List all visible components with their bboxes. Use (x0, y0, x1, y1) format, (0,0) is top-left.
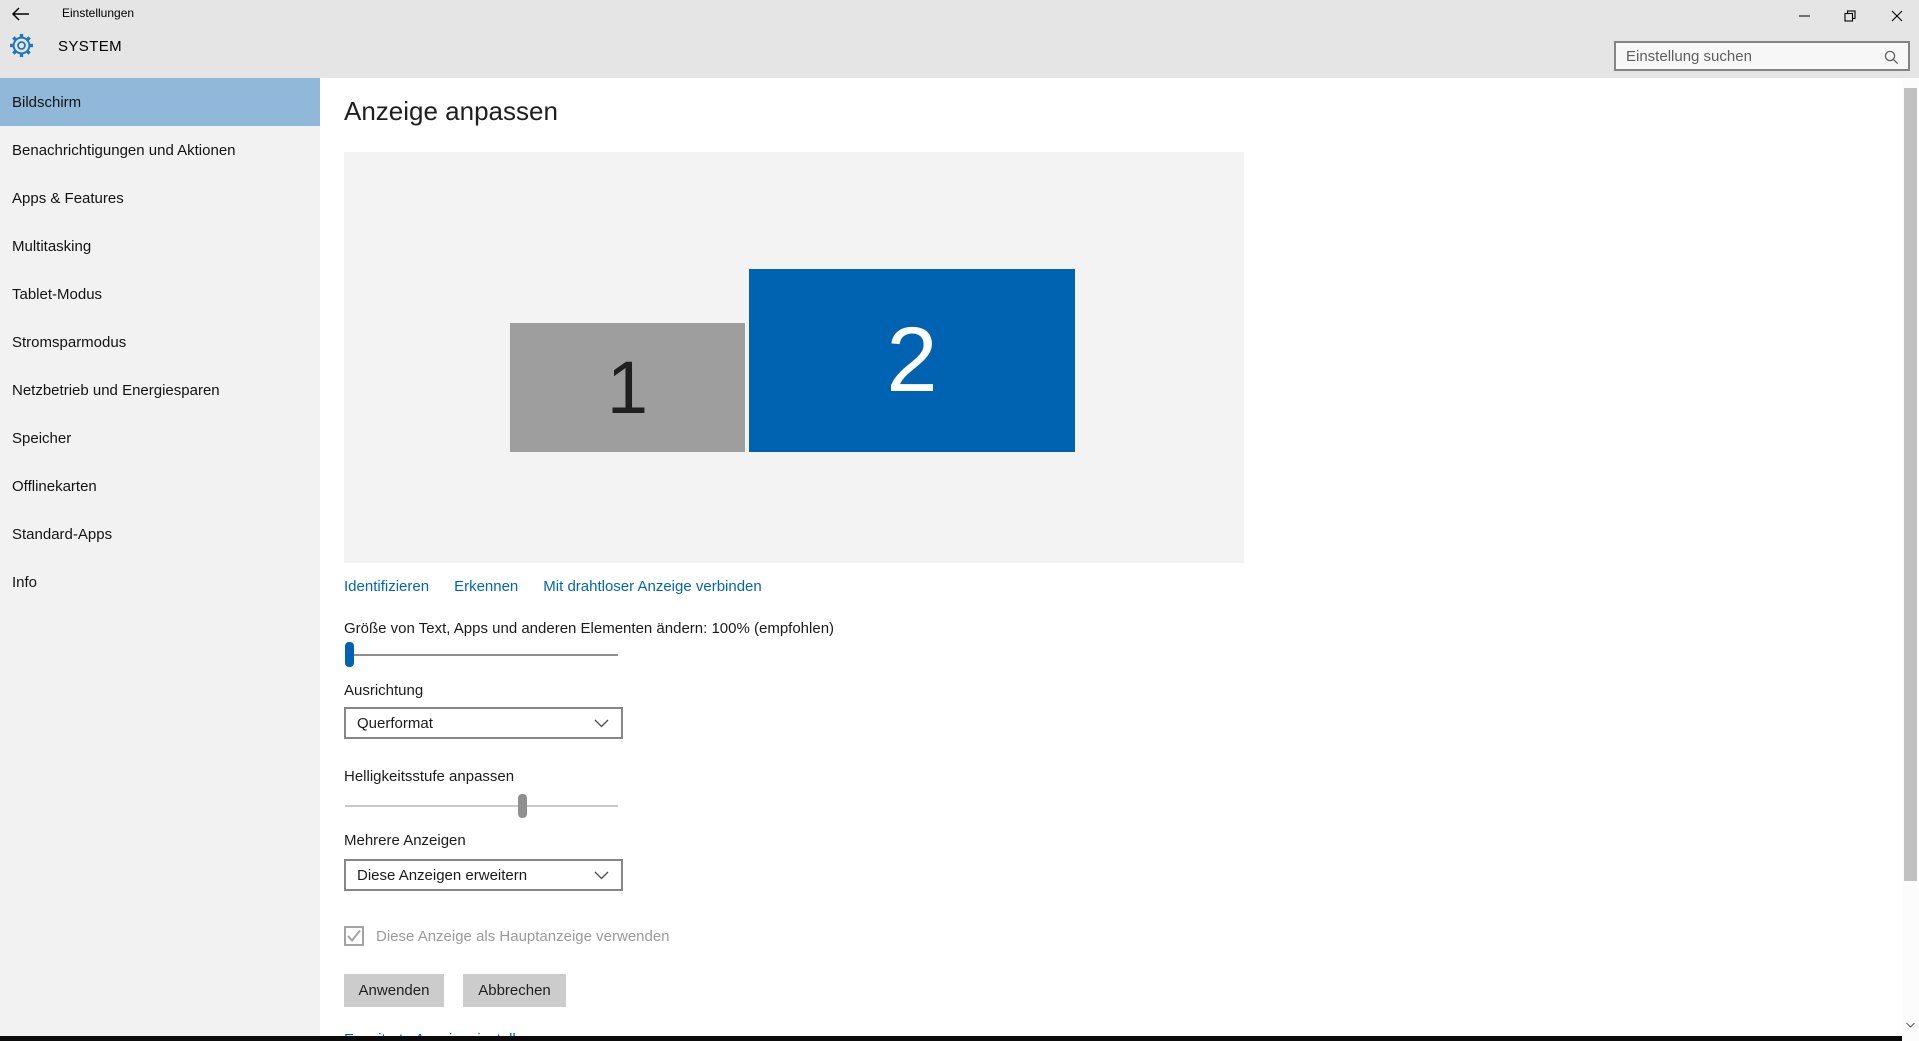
scale-slider (345, 642, 618, 668)
monitor-2-number: 2 (886, 309, 938, 411)
orientation-value: Querformat (357, 714, 433, 732)
minimize-icon (1799, 15, 1810, 17)
back-button[interactable] (10, 5, 36, 27)
sidebar-item-label: Multitasking (12, 237, 92, 255)
scale-slider-thumb[interactable] (345, 642, 354, 667)
sidebar: Bildschirm Benachrichtigungen und Aktion… (0, 78, 320, 1041)
sidebar-item-speicher[interactable]: Speicher (0, 414, 320, 462)
minimize-button[interactable] (1790, 6, 1820, 26)
display-action-links: Identifizieren Erkennen Mit drahtloser A… (344, 578, 762, 595)
multiple-displays-value: Diese Anzeigen erweitern (357, 866, 528, 884)
sidebar-item-label: Offlinekarten (12, 477, 97, 495)
restore-button[interactable] (1835, 6, 1865, 26)
restore-icon (1843, 9, 1856, 22)
multiple-displays-label: Mehrere Anzeigen (344, 832, 466, 849)
sidebar-item-netzbetrieb[interactable]: Netzbetrieb und Energiesparen (0, 366, 320, 414)
sidebar-item-label: Bildschirm (12, 93, 82, 111)
sidebar-item-label: Apps & Features (12, 189, 124, 207)
brightness-label: Helligkeitsstufe anpassen (344, 768, 515, 785)
close-button[interactable] (1882, 6, 1912, 26)
window-bottom-edge (0, 1036, 1902, 1041)
scrollbar-down-button[interactable] (1906, 1015, 1915, 1033)
chevron-down-icon (594, 871, 609, 879)
sidebar-item-label: Standard-Apps (12, 525, 113, 543)
vertical-scrollbar (1902, 78, 1919, 1041)
settings-window: Einstellungen SYSTEM Einstellung suchen … (0, 0, 1919, 1041)
sidebar-item-label: Info (12, 573, 38, 591)
main-display-checkbox[interactable] (344, 926, 364, 946)
sidebar-item-multitasking[interactable]: Multitasking (0, 222, 320, 270)
main-display-checkbox-row: Diese Anzeige als Hauptanzeige verwenden (344, 926, 670, 946)
settings-search (1614, 41, 1910, 71)
apply-button[interactable]: Anwenden (344, 974, 444, 1007)
chevron-down-icon (594, 719, 609, 727)
sidebar-item-offlinekarten[interactable]: Offlinekarten (0, 462, 320, 510)
search-icon (1883, 49, 1900, 71)
monitor-1[interactable]: 1 (510, 323, 745, 452)
brightness-slider-thumb[interactable] (517, 794, 527, 818)
sidebar-item-label: Netzbetrieb und Energiesparen (12, 381, 220, 399)
scale-slider-track[interactable] (345, 654, 618, 656)
wireless-display-link[interactable]: Mit drahtloser Anzeige verbinden (543, 578, 761, 595)
arrow-left-icon (11, 7, 29, 21)
checkmark-icon (347, 929, 361, 943)
search-input[interactable] (1616, 43, 1908, 69)
monitor-1-number: 1 (606, 346, 649, 429)
sidebar-item-stromsparmodus[interactable]: Stromsparmodus (0, 318, 320, 366)
identify-link[interactable]: Identifizieren (344, 578, 429, 595)
window-header: Einstellungen SYSTEM Einstellung suchen (0, 0, 1919, 78)
chevron-down-icon (1906, 1022, 1915, 1028)
cancel-button[interactable]: Abbrechen (463, 974, 566, 1007)
display-arrangement-panel: 1 2 (344, 152, 1244, 563)
scrollbar-thumb[interactable] (1904, 88, 1917, 881)
sidebar-item-info[interactable]: Info (0, 558, 320, 606)
sidebar-item-label: Speicher (12, 429, 72, 447)
sidebar-item-benachrichtigungen[interactable]: Benachrichtigungen und Aktionen (0, 126, 320, 174)
main-display-checkbox-label: Diese Anzeige als Hauptanzeige verwenden (376, 928, 670, 945)
monitor-2[interactable]: 2 (749, 269, 1075, 452)
window-title: Einstellungen (62, 6, 135, 20)
gear-icon (8, 32, 35, 59)
brightness-slider-track[interactable] (345, 805, 618, 807)
sidebar-item-apps-features[interactable]: Apps & Features (0, 174, 320, 222)
orientation-label: Ausrichtung (344, 682, 424, 699)
sidebar-item-tablet-modus[interactable]: Tablet-Modus (0, 270, 320, 318)
sidebar-item-bildschirm[interactable]: Bildschirm (0, 78, 320, 126)
sidebar-item-label: Stromsparmodus (12, 333, 127, 351)
content-heading: Anzeige anpassen (344, 96, 558, 126)
detect-link[interactable]: Erkennen (454, 578, 518, 595)
brightness-slider (345, 793, 618, 819)
scale-slider-label: Größe von Text, Apps und anderen Element… (344, 620, 835, 637)
page-title: SYSTEM (58, 38, 123, 55)
sidebar-item-standard-apps[interactable]: Standard-Apps (0, 510, 320, 558)
multiple-displays-dropdown[interactable]: Diese Anzeigen erweitern (344, 859, 623, 891)
orientation-dropdown[interactable]: Querformat (344, 707, 623, 739)
sidebar-item-label: Tablet-Modus (12, 285, 103, 303)
sidebar-item-label: Benachrichtigungen und Aktionen (12, 141, 236, 159)
close-icon (1891, 10, 1903, 22)
